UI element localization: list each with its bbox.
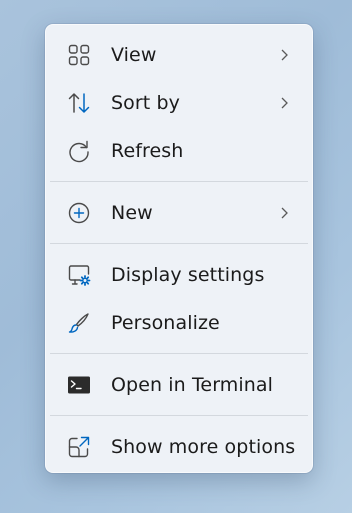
display-settings-icon [67, 263, 91, 287]
menu-item-display-settings[interactable]: Display settings [50, 253, 308, 297]
menu-item-label: Open in Terminal [111, 374, 274, 396]
menu-item-label: New [111, 202, 153, 224]
share-external-icon [67, 435, 91, 459]
menu-item-label: Personalize [111, 312, 220, 334]
menu-separator [50, 243, 308, 244]
menu-item-label: View [111, 44, 157, 66]
menu-item-label: Refresh [111, 140, 184, 162]
desktop-context-menu: View Sort by Refresh New Display setting… [45, 24, 313, 473]
menu-item-label: Display settings [111, 264, 265, 286]
brush-icon [67, 311, 91, 335]
menu-item-label: Sort by [111, 92, 180, 114]
menu-item-view[interactable]: View [50, 33, 308, 77]
view-grid-icon [67, 43, 91, 67]
chevron-right-icon [276, 47, 292, 63]
menu-item-personalize[interactable]: Personalize [50, 301, 308, 345]
menu-item-open-in-terminal[interactable]: Open in Terminal [50, 363, 308, 407]
menu-separator [50, 415, 308, 416]
menu-item-refresh[interactable]: Refresh [50, 129, 308, 173]
chevron-right-icon [276, 95, 292, 111]
menu-item-new[interactable]: New [50, 191, 308, 235]
menu-item-sort-by[interactable]: Sort by [50, 81, 308, 125]
menu-item-label: Show more options [111, 436, 296, 458]
menu-separator [50, 181, 308, 182]
menu-item-show-more-options[interactable]: Show more options [50, 425, 308, 469]
plus-circle-icon [67, 201, 91, 225]
menu-separator [50, 353, 308, 354]
refresh-icon [67, 139, 91, 163]
sort-arrows-icon [67, 91, 91, 115]
terminal-icon [67, 373, 91, 397]
chevron-right-icon [276, 205, 292, 221]
